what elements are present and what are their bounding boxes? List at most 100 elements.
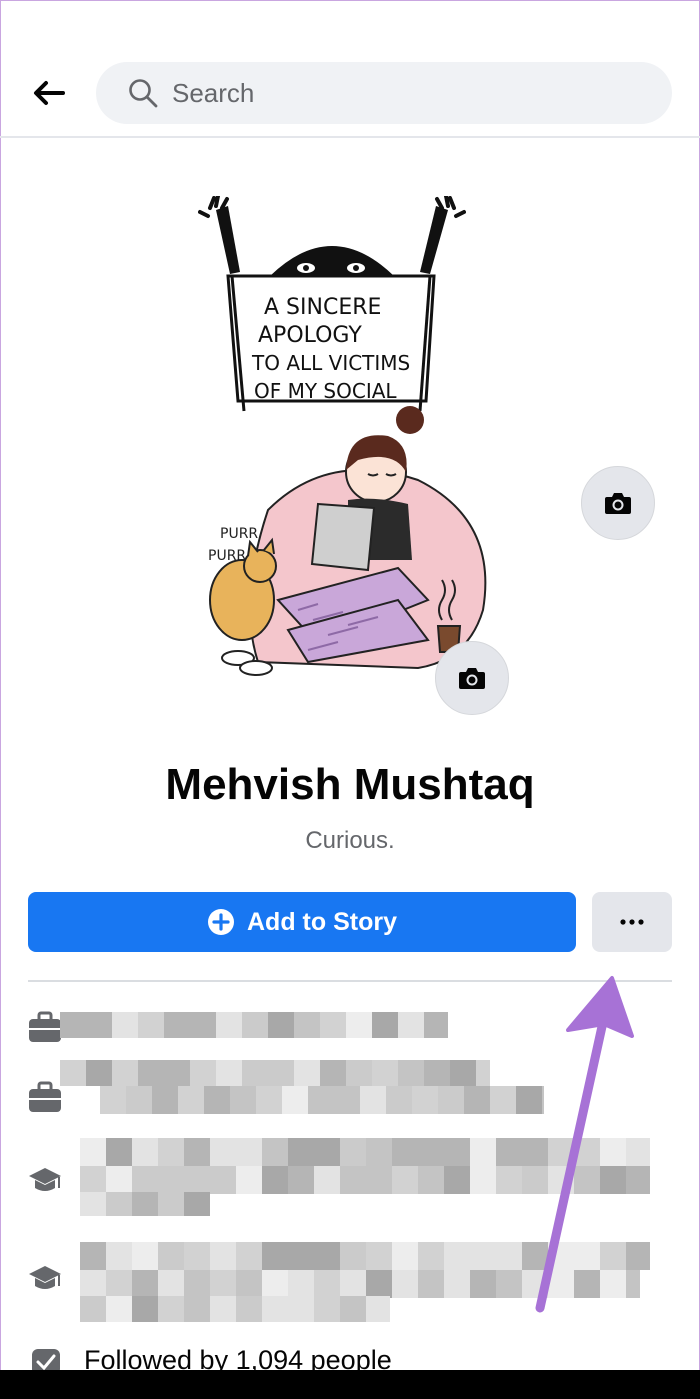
redacted-pixel	[548, 1138, 574, 1166]
redacted-pixel	[216, 1060, 242, 1086]
redacted-pixel	[268, 1012, 294, 1038]
redacted-pixel	[444, 1270, 470, 1298]
redacted-pixel	[158, 1270, 184, 1298]
redacted-pixel	[106, 1192, 132, 1216]
redacted-pixel	[392, 1166, 418, 1194]
redacted-pixel	[164, 1060, 190, 1086]
redacted-pixel	[60, 1060, 86, 1086]
redacted-pixel	[236, 1242, 262, 1270]
system-navigation-bar	[0, 1370, 700, 1399]
redacted-pixel	[80, 1270, 106, 1298]
redacted-pixel	[490, 1086, 516, 1114]
redacted-pixel	[210, 1296, 236, 1322]
redacted-pixel	[106, 1270, 132, 1298]
redacted-pixel	[184, 1166, 210, 1194]
redacted-pixel	[470, 1166, 496, 1194]
redacted-pixel	[236, 1270, 262, 1298]
redacted-pixel	[164, 1012, 190, 1038]
redacted-pixel	[262, 1166, 288, 1194]
redacted-pixel	[412, 1086, 438, 1114]
redacted-pixel	[600, 1242, 626, 1270]
redacted-pixel	[392, 1138, 418, 1166]
redacted-pixel	[288, 1166, 314, 1194]
redacted-pixel	[548, 1166, 574, 1194]
redacted-pixel	[112, 1060, 138, 1086]
redacted-pixel	[242, 1012, 268, 1038]
redacted-pixel	[204, 1086, 230, 1114]
redacted-pixel	[282, 1086, 308, 1114]
redacted-pixel	[386, 1086, 412, 1114]
redacted-pixel	[398, 1060, 424, 1086]
redacted-pixel	[340, 1166, 366, 1194]
redacted-pixel	[542, 1086, 544, 1114]
redacted-pixel	[80, 1296, 106, 1322]
redacted-pixel	[210, 1166, 236, 1194]
redacted-pixel	[86, 1012, 112, 1038]
redacted-pixel	[106, 1242, 132, 1270]
redacted-pixel	[288, 1242, 314, 1270]
redacted-pixel	[366, 1138, 392, 1166]
redacted-pixel	[334, 1086, 360, 1114]
redacted-pixel	[158, 1192, 184, 1216]
redacted-pixel	[438, 1086, 464, 1114]
redacted-pixel	[340, 1296, 366, 1322]
redacted-pixel	[158, 1296, 184, 1322]
redacted-pixel	[190, 1012, 216, 1038]
redacted-pixel	[496, 1138, 522, 1166]
redacted-pixel	[288, 1138, 314, 1166]
redacted-pixel	[392, 1242, 418, 1270]
redacted-pixel	[184, 1192, 210, 1216]
redacted-pixel	[262, 1242, 288, 1270]
redacted-pixel	[366, 1166, 392, 1194]
redacted-pixel	[366, 1270, 392, 1298]
redacted-pixel	[158, 1166, 184, 1194]
redacted-pixel	[372, 1012, 398, 1038]
redacted-pixel	[314, 1270, 340, 1298]
redacted-pixel	[132, 1296, 158, 1322]
redacted-pixel	[548, 1242, 574, 1270]
redacted-pixel	[106, 1166, 132, 1194]
redacted-pixel	[106, 1138, 132, 1166]
redacted-pixel	[516, 1086, 542, 1114]
redacted-pixel	[126, 1086, 152, 1114]
redacted-pixel	[366, 1296, 390, 1322]
redacted-pixel	[600, 1270, 626, 1298]
redacted-pixel	[106, 1296, 132, 1322]
redacted-pixel	[132, 1138, 158, 1166]
redacted-pixel	[132, 1242, 158, 1270]
redacted-pixel	[210, 1270, 236, 1298]
redacted-pixel	[262, 1296, 288, 1322]
redacted-pixel	[496, 1270, 522, 1298]
redacted-pixel	[464, 1086, 490, 1114]
redacted-pixel	[444, 1242, 470, 1270]
redacted-pixel	[522, 1138, 548, 1166]
redacted-pixel	[256, 1086, 282, 1114]
redacted-pixel	[372, 1060, 398, 1086]
redacted-pixel	[574, 1270, 600, 1298]
redacted-pixel	[574, 1166, 600, 1194]
redacted-pixel	[522, 1242, 548, 1270]
redacted-pixel	[236, 1166, 262, 1194]
redacted-pixel	[626, 1270, 640, 1298]
redacted-pixel	[190, 1060, 216, 1086]
redacted-pixel	[470, 1138, 496, 1166]
redacted-pixel	[444, 1166, 470, 1194]
redacted-pixel	[314, 1166, 340, 1194]
redacted-pixel	[340, 1138, 366, 1166]
redacted-pixel	[496, 1166, 522, 1194]
redacted-pixel	[340, 1242, 366, 1270]
redacted-pixel	[210, 1242, 236, 1270]
redacted-pixel	[178, 1086, 204, 1114]
redacted-pixel	[86, 1060, 112, 1086]
redacted-pixel	[288, 1296, 314, 1322]
redacted-pixel	[138, 1012, 164, 1038]
redacted-pixel	[80, 1138, 106, 1166]
redacted-pixel	[184, 1242, 210, 1270]
redacted-pixel	[340, 1270, 366, 1298]
redacted-pixel	[216, 1012, 242, 1038]
redacted-pixel	[314, 1138, 340, 1166]
redacted-pixel	[418, 1166, 444, 1194]
redacted-pixel	[60, 1012, 86, 1038]
redacted-pixel	[522, 1270, 548, 1298]
redacted-pixel	[522, 1166, 548, 1194]
